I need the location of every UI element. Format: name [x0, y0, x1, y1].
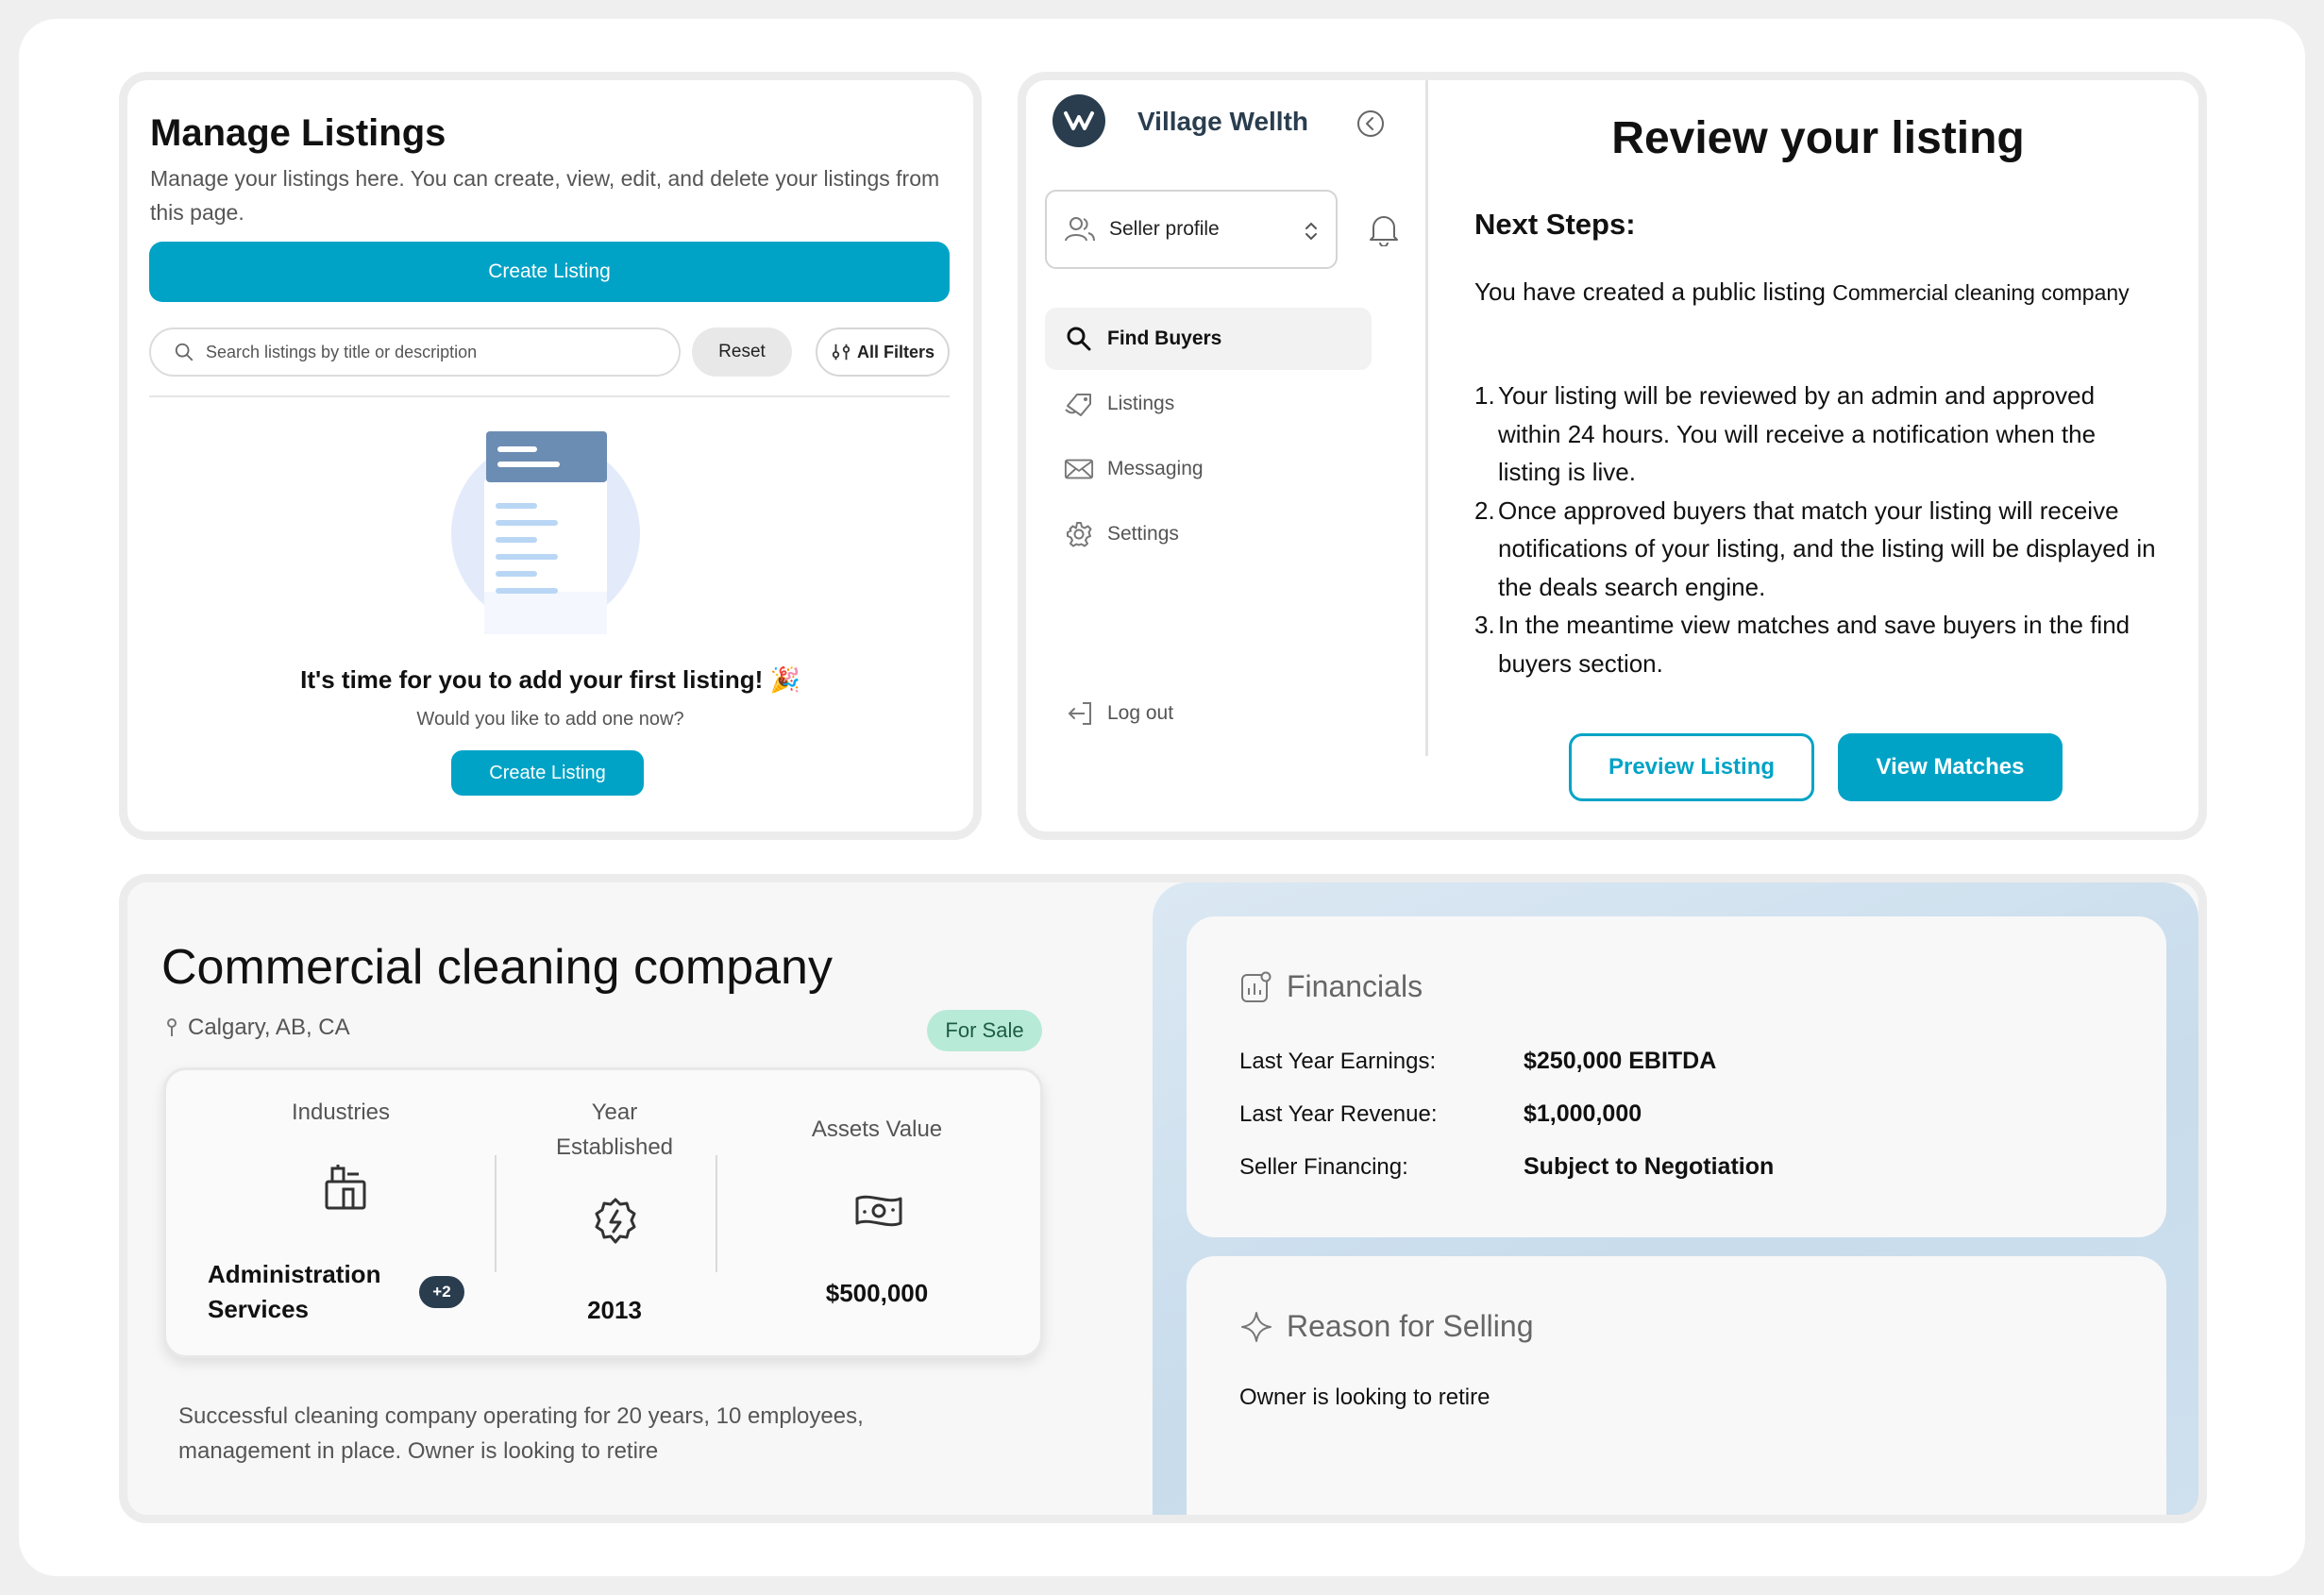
year-established-label: Year Established	[515, 1095, 714, 1165]
financials-label: Last Year Earnings:	[1239, 1049, 1437, 1074]
bell-icon[interactable]	[1368, 212, 1400, 246]
chevron-updown-icon	[1304, 220, 1319, 243]
collapse-sidebar-icon[interactable]	[1356, 109, 1386, 139]
financials-heading: Financials	[1239, 969, 1423, 1004]
industries-label: Industries	[291, 1100, 391, 1125]
list-item: 1. Your listing will be reviewed by an ad…	[1474, 381, 2097, 486]
listing-title: Commercial cleaning company	[161, 940, 833, 995]
search-input[interactable]: Search listings by title or description	[149, 327, 681, 377]
step-text: In the meantime view matches and save bu…	[1498, 611, 2130, 678]
status-badge: For Sale	[927, 1010, 1042, 1051]
financials-label: Last Year Revenue:	[1239, 1101, 1438, 1127]
sidebar-item-label: Settings	[1107, 523, 1179, 545]
empty-state-subtitle: Would you like to add one now?	[416, 709, 684, 730]
search-icon	[1064, 326, 1094, 352]
page-title: Manage Listings	[150, 112, 446, 154]
financials-label: Seller Financing:	[1239, 1154, 1408, 1180]
assets-value-label: Assets Value	[811, 1116, 943, 1142]
view-matches-button[interactable]: View Matches	[1838, 733, 2063, 801]
sparkle-icon	[1239, 1310, 1287, 1344]
mail-icon	[1064, 457, 1094, 481]
profile-select[interactable]: Seller profile	[1045, 190, 1338, 269]
users-icon	[1064, 215, 1096, 243]
step-text: Once approved buyers that match your lis…	[1498, 495, 2156, 601]
empty-listings-illustration	[448, 422, 647, 639]
location-pin-icon	[165, 1017, 188, 1038]
logout-icon	[1064, 699, 1094, 728]
sidebar-item-listings[interactable]: Listings	[1045, 373, 1372, 435]
cash-icon	[853, 1189, 904, 1233]
manage-listings-card: Manage Listings Manage your listings her…	[119, 72, 982, 840]
create-listing-button[interactable]: Create Listing	[149, 242, 950, 302]
reason-heading: Reason for Selling	[1239, 1309, 1533, 1344]
industries-value-line2: Services	[208, 1295, 309, 1323]
step-text: Your listing will be reviewed by an admi…	[1498, 381, 2097, 486]
reason-for-selling-card: Reason for Selling Owner is looking to r…	[1187, 1256, 2166, 1515]
list-item: 2. Once approved buyers that match your l…	[1474, 495, 2156, 601]
year-label-line2: Established	[555, 1134, 674, 1160]
sidebar-item-messaging[interactable]: Messaging	[1045, 438, 1372, 500]
listing-description: Successful cleaning company operating fo…	[178, 1403, 864, 1464]
preview-listing-button[interactable]: Preview Listing	[1569, 733, 1814, 801]
search-icon	[174, 342, 206, 362]
sidebar-item-label: Listings	[1107, 393, 1175, 414]
financials-value: $250,000 EBITDA	[1524, 1048, 1717, 1074]
all-filters-label: All Filters	[856, 342, 935, 361]
industries-value: Administration Services	[208, 1257, 380, 1327]
divider	[495, 1155, 497, 1272]
divider	[149, 395, 950, 397]
sidebar-item-label: Messaging	[1107, 458, 1204, 479]
created-listing-text: You have created a public listing Commer…	[1474, 273, 2164, 312]
logout-button[interactable]: Log out	[1045, 682, 1372, 745]
financials-card: Financials Last Year Earnings: $250,000 …	[1187, 916, 2166, 1237]
filter-icon	[831, 342, 857, 362]
financials-value: Subject to Negotiation	[1524, 1153, 1775, 1180]
location-text: Calgary, AB, CA	[188, 1015, 350, 1040]
industries-value-line1: Administration	[208, 1260, 381, 1288]
next-steps-heading: Next Steps:	[1474, 208, 1636, 241]
page-description: Manage your listings here. You can creat…	[150, 166, 940, 225]
review-listing-card: Village Wellth Seller profile Find Buyer…	[1018, 72, 2207, 840]
more-industries-badge[interactable]: +2	[419, 1276, 464, 1308]
listing-side-panel: Financials Last Year Earnings: $250,000 …	[1153, 882, 2198, 1515]
review-title: Review your listing	[1611, 113, 2025, 163]
sidebar-divider	[1425, 80, 1428, 756]
assets-value: $500,000	[825, 1279, 929, 1307]
listing-location: Calgary, AB, CA	[165, 1015, 350, 1041]
search-placeholder: Search listings by title or description	[206, 342, 478, 361]
reason-text: Owner is looking to retire	[1239, 1385, 1490, 1410]
list-item: 3. In the meantime view matches and save …	[1474, 611, 2130, 678]
financials-heading-text: Financials	[1287, 969, 1423, 1003]
divider	[716, 1155, 717, 1272]
reason-heading-text: Reason for Selling	[1287, 1309, 1534, 1343]
badge-bolt-icon	[591, 1197, 640, 1246]
all-filters-button[interactable]: All Filters	[816, 327, 950, 377]
year-label-line1: Year	[591, 1100, 638, 1125]
industry-icon	[323, 1163, 368, 1212]
listing-stats-panel: Industries Administration Services +2 Ye…	[163, 1067, 1043, 1358]
empty-state-title: It's time for you to add your first list…	[300, 665, 800, 694]
created-prefix: You have created a public listing	[1474, 277, 1826, 306]
created-listing-name: Commercial cleaning company	[1832, 280, 2130, 305]
sidebar-item-find-buyers[interactable]: Find Buyers	[1045, 308, 1372, 370]
sidebar-item-settings[interactable]: Settings	[1045, 503, 1372, 565]
empty-create-listing-button[interactable]: Create Listing	[451, 750, 644, 796]
profile-select-value: Seller profile	[1109, 218, 1220, 240]
logout-label: Log out	[1107, 702, 1174, 724]
sidebar-item-label: Find Buyers	[1107, 327, 1222, 349]
next-steps-list: 1. Your listing will be reviewed by an ad…	[1474, 377, 2164, 682]
brand-name: Village Wellth	[1137, 107, 1309, 136]
listing-detail-card: Commercial cleaning company Calgary, AB,…	[119, 874, 2207, 1523]
brand-logo	[1053, 94, 1105, 147]
reset-button[interactable]: Reset	[692, 327, 792, 377]
year-established-value: 2013	[587, 1296, 642, 1324]
financials-value: $1,000,000	[1524, 1100, 1642, 1127]
gear-icon	[1064, 520, 1094, 548]
report-chart-icon	[1239, 970, 1287, 1004]
tag-icon	[1064, 391, 1094, 417]
